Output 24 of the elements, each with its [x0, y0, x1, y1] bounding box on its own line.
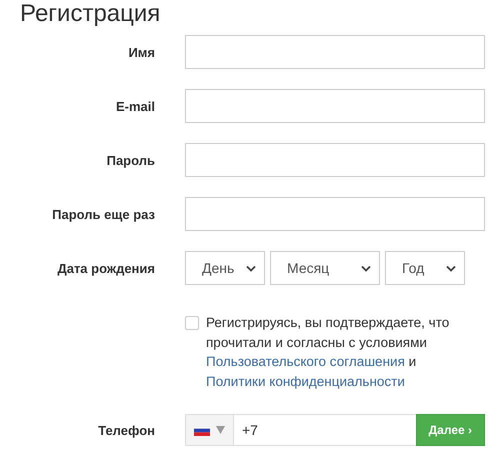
chevron-down-icon — [246, 264, 256, 272]
phone-input[interactable]: +7 — [234, 414, 416, 446]
checkbox[interactable] — [185, 316, 199, 330]
dropdown-select[interactable]: День — [185, 251, 265, 285]
chevron-down-icon — [361, 264, 371, 272]
input-field[interactable] — [185, 89, 485, 123]
privacy-link[interactable]: Политики конфиденциальности — [206, 374, 405, 388]
caret-down-icon — [216, 426, 225, 434]
field-label: Пароль — [106, 152, 155, 168]
field-label: Пароль еще раз — [51, 206, 155, 222]
input-field[interactable] — [185, 197, 485, 231]
terms-link[interactable]: Пользовательского соглашения — [206, 354, 405, 369]
field-label: Имя — [127, 44, 155, 60]
input-field[interactable] — [185, 143, 485, 177]
chevron-down-icon — [446, 264, 456, 272]
field-label: Телефон — [97, 422, 155, 438]
consent-text: Регистрируясь, вы подтверждаете, что прочитали и согласны с условиями Пользовательского соглашения и Политики конфиденциальности — [206, 314, 450, 391]
field-label: E-mail — [114, 98, 155, 114]
field-label: Дата рождения — [56, 260, 155, 276]
input-field[interactable] — [185, 35, 485, 69]
country-select[interactable] — [185, 414, 234, 446]
page-title: Регистрация — [19, 0, 160, 28]
dropdown-select[interactable]: Месяц — [270, 251, 380, 285]
dropdown-select[interactable]: Год — [385, 251, 465, 285]
